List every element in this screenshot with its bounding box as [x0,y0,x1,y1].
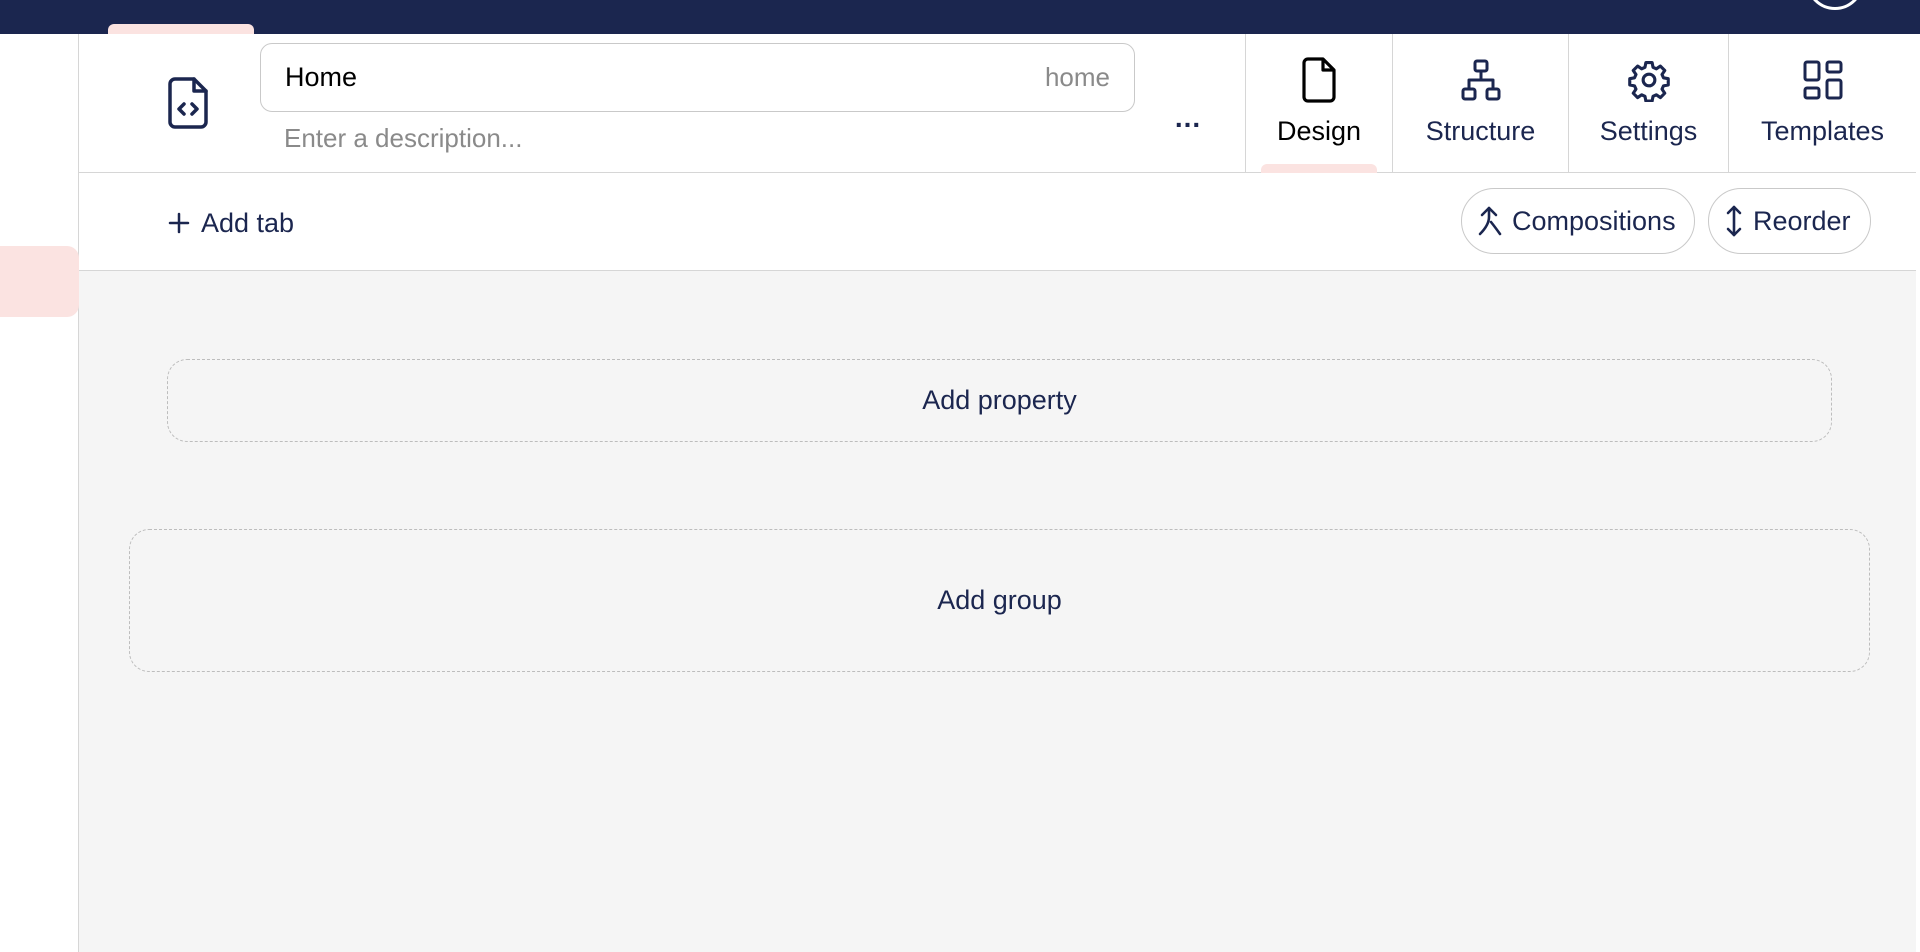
sidebar-active-item[interactable] [0,246,79,317]
sitemap-icon [1461,59,1500,101]
file-code-icon [168,77,208,129]
design-canvas: Add property Add group [79,271,1920,952]
add-tab-button[interactable]: Add tab [167,203,294,243]
reorder-button[interactable]: Reorder [1708,188,1871,254]
compositions-button[interactable]: Compositions [1461,188,1695,254]
name-field[interactable]: home [260,43,1135,112]
document-type-icon-button[interactable] [164,74,212,132]
plus-icon [168,212,190,234]
tab-label: Settings [1599,116,1698,146]
alias-label[interactable]: home [1045,62,1110,93]
tab-templates[interactable]: Templates [1728,34,1916,173]
gear-icon [1627,61,1670,102]
file-icon [1302,57,1336,103]
description-input[interactable] [284,118,1124,158]
name-input[interactable] [285,62,1045,93]
scrollbar-track [1916,34,1920,952]
arrows-vertical-icon [1726,205,1742,237]
compositions-label: Compositions [1512,205,1676,236]
add-group-button[interactable]: Add group [129,529,1870,672]
tab-label: Templates [1760,116,1885,146]
editor-toolbar: Add tab Compositions Reorder [79,173,1920,271]
add-tab-label: Add tab [201,207,295,238]
tab-label: Structure [1425,116,1536,146]
tab-design[interactable]: Design [1245,34,1392,173]
view-tabs: Design Structure Settings Templates [1245,34,1916,173]
editor-header: home ... Design [79,34,1920,173]
tab-structure[interactable]: Structure [1392,34,1568,173]
tab-settings[interactable]: Settings [1568,34,1728,173]
add-property-button[interactable]: Add property [167,359,1832,442]
grid-icon [1803,60,1842,100]
user-avatar[interactable] [1806,0,1864,10]
tab-label: Design [1276,116,1362,146]
reorder-label: Reorder [1753,205,1851,236]
section-tab-indicator [108,24,254,34]
more-actions-button[interactable]: ... [1164,102,1212,133]
top-app-bar [0,0,1920,34]
merge-icon [1478,206,1502,236]
document-type-editor: home ... Design [79,34,1920,952]
sidebar [0,34,79,952]
